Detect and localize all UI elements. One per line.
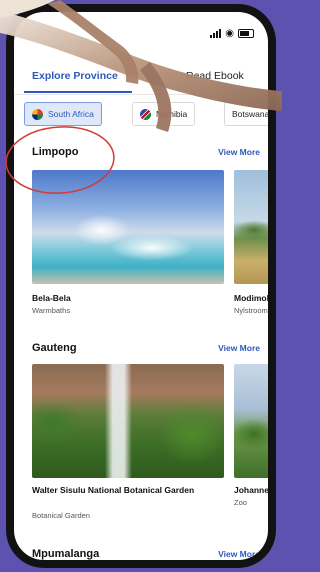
card-subtitle: Nylstroom — [234, 306, 268, 315]
battery-icon — [238, 29, 254, 38]
signal-icon — [210, 29, 222, 38]
section-title-gauteng: Gauteng — [32, 342, 77, 354]
chip-south-africa[interactable]: South Africa — [24, 102, 102, 126]
card-title[interactable]: Modimol — [234, 292, 268, 304]
chip-namibia[interactable]: Namibia — [132, 102, 196, 126]
card-subtitle: Warmbaths — [32, 306, 71, 315]
card-title[interactable]: Bela-Bela — [32, 292, 71, 304]
chip-label: South Africa — [48, 109, 94, 119]
card-title[interactable]: Walter Sisulu National Botanical Garden — [32, 484, 202, 496]
status-bar: ◉ — [210, 28, 254, 39]
chip-label: Namibia — [156, 109, 188, 119]
card-title[interactable]: Johannes — [234, 484, 268, 496]
tab-explore-province[interactable]: Explore Province — [32, 70, 118, 82]
view-more-gauteng[interactable]: View More — [218, 343, 260, 353]
card-image-walter-sisulu[interactable] — [32, 364, 224, 478]
card-subtitle: Zoo — [234, 498, 247, 507]
card-subtitle: Botanical Garden — [32, 511, 90, 520]
section-title-mpumalanga: Mpumalanga — [32, 548, 100, 560]
namibia-flag-icon — [140, 108, 151, 120]
wifi-icon: ◉ — [225, 28, 234, 39]
tab-read-ebook[interactable]: Read Ebook — [186, 70, 244, 82]
tab-bar: Explore Province Read Ebook — [14, 58, 268, 95]
phone-frame: ◉ Explore Province Read Ebook South Afri… — [6, 4, 276, 568]
app-screen: ◉ Explore Province Read Ebook South Afri… — [14, 12, 268, 560]
south-africa-flag-icon — [32, 108, 43, 120]
view-more-mpumalanga[interactable]: View More — [218, 549, 260, 559]
active-tab-indicator — [24, 91, 132, 93]
view-more-limpopo[interactable]: View More — [218, 147, 260, 157]
card-image-johannesburg-zoo[interactable] — [234, 364, 268, 478]
chip-label: Botswana — [232, 109, 268, 119]
section-title-limpopo: Limpopo — [32, 146, 79, 158]
chip-botswana[interactable]: Botswana — [224, 102, 268, 126]
card-image-bela-bela[interactable] — [32, 170, 224, 284]
card-image-modimolle[interactable] — [234, 170, 268, 284]
